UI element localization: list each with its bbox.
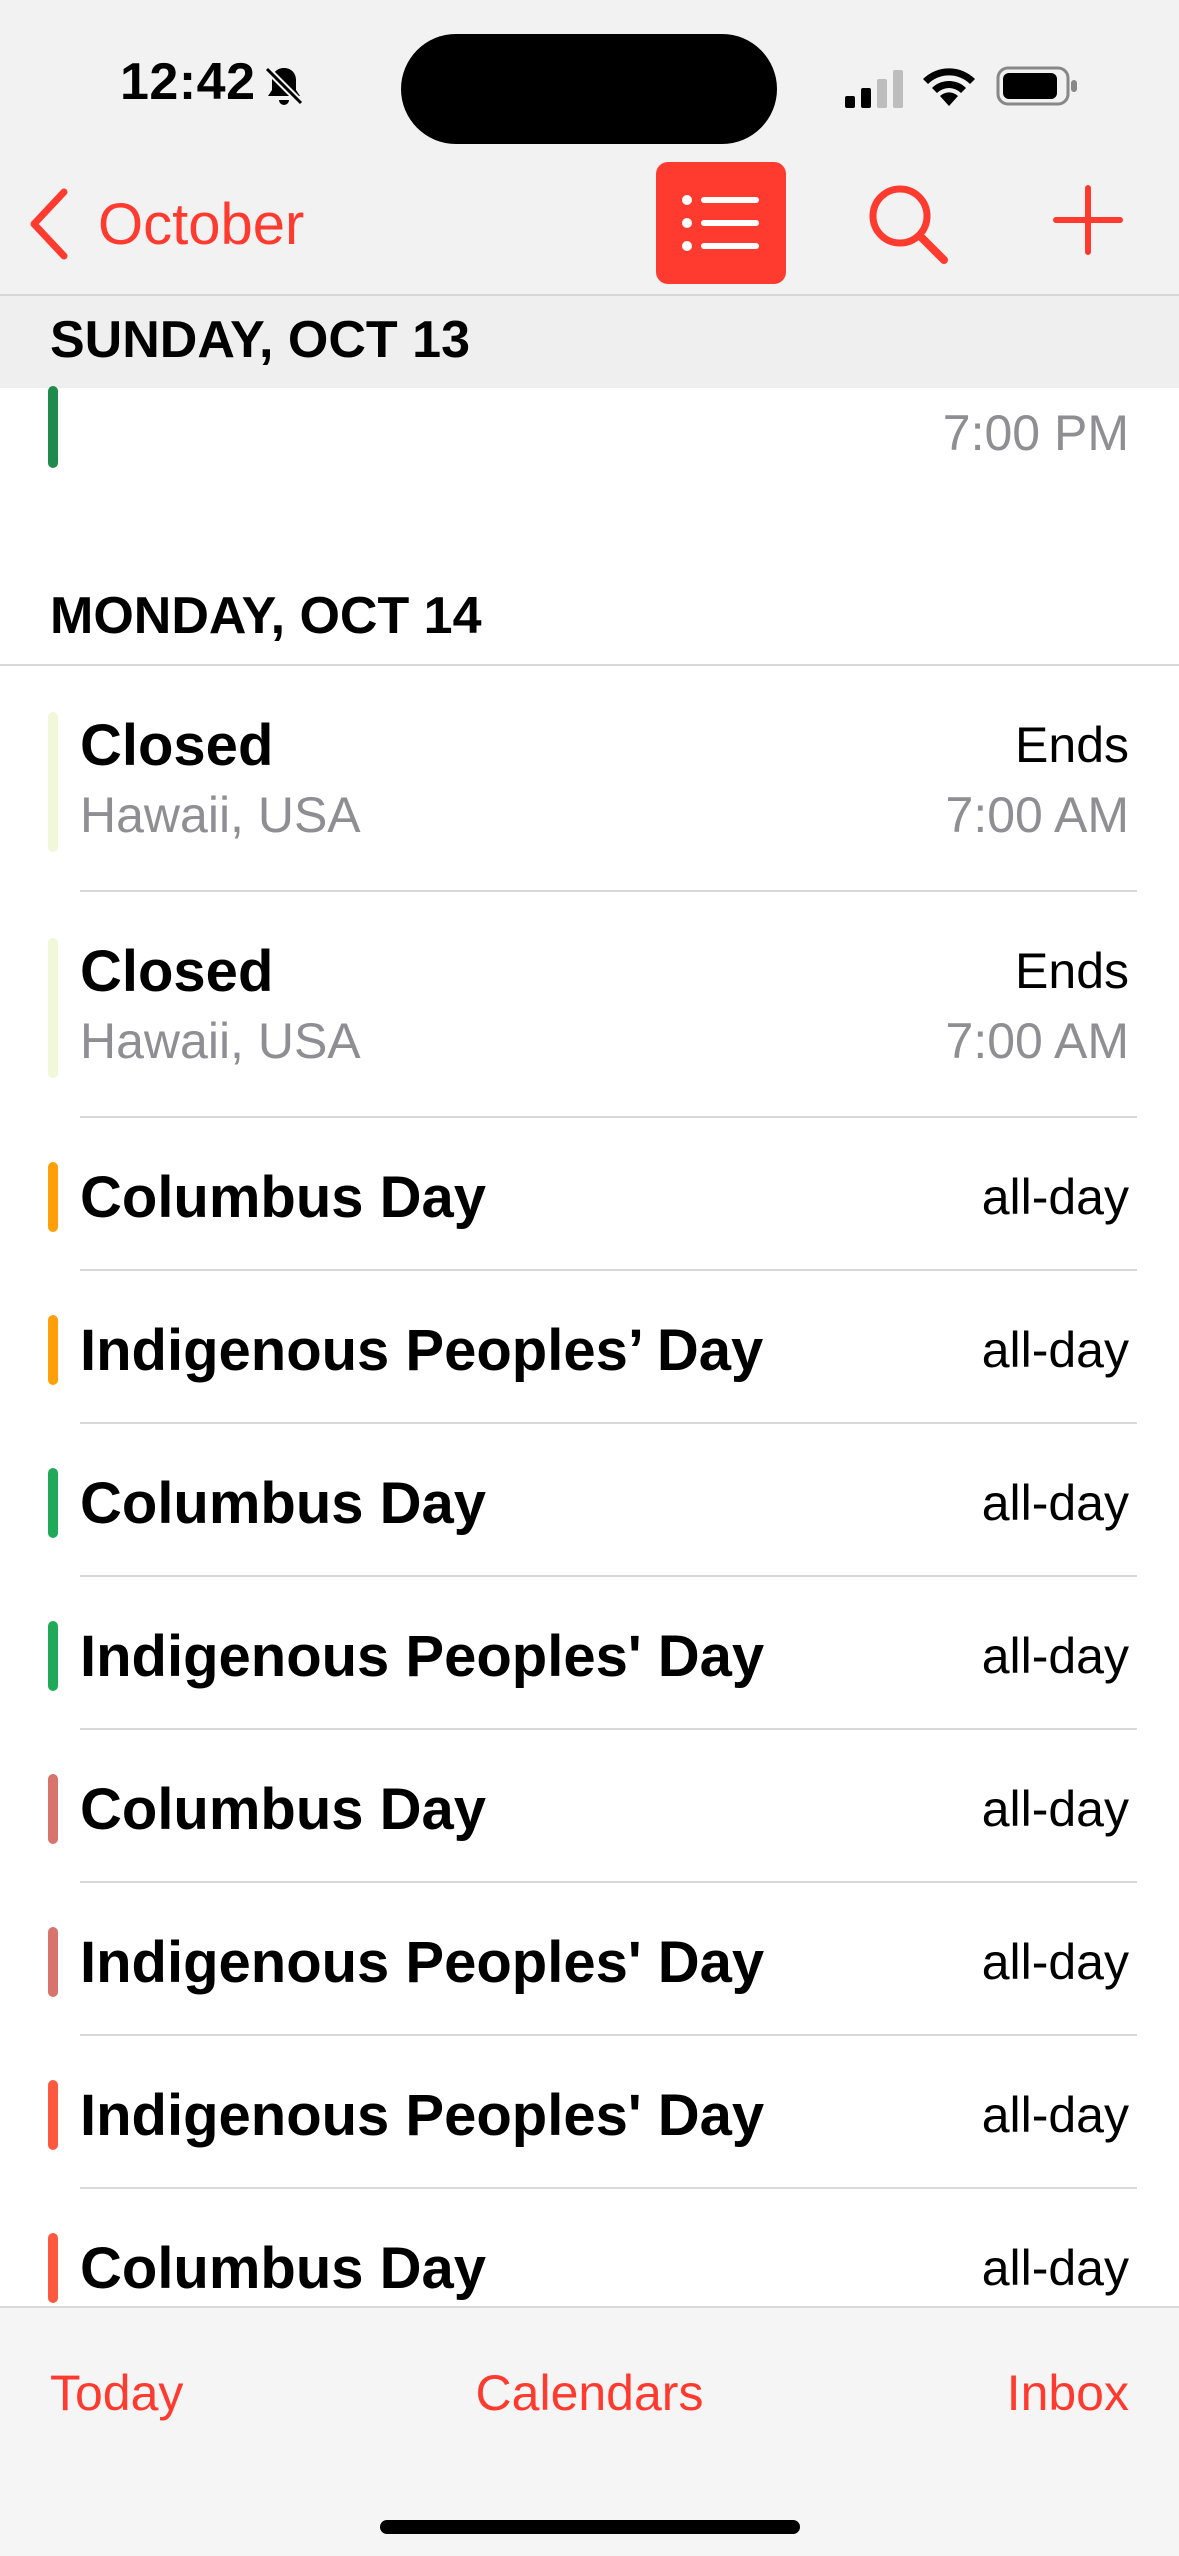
- home-indicator[interactable]: [380, 2520, 800, 2534]
- event-time: all-day: [981, 1628, 1129, 1684]
- event-location: Hawaii, USA: [80, 1013, 361, 1069]
- tab-calendars[interactable]: Calendars: [476, 2364, 704, 2422]
- calendar-color-bar: [48, 1468, 58, 1538]
- event-time: 7:00 AM: [945, 787, 1129, 843]
- calendar-color-bar: [48, 938, 58, 1078]
- list-item[interactable]: Indigenous Peoples' Day all-day: [0, 1883, 1179, 2036]
- event-time: all-day: [981, 2240, 1129, 2296]
- list-item[interactable]: Indigenous Peoples' Day all-day: [0, 1577, 1179, 1730]
- back-button[interactable]: October: [26, 184, 304, 264]
- event-time: all-day: [981, 1322, 1129, 1378]
- list-item[interactable]: Columbus Day all-day: [0, 1424, 1179, 1577]
- calendar-color-bar: [48, 1315, 58, 1385]
- list-item[interactable]: Columbus Day all-day: [0, 1730, 1179, 1883]
- event-title: Columbus Day: [80, 2236, 487, 2301]
- tab-bar: Today Calendars Inbox: [0, 2306, 1179, 2556]
- section-header-sunday: SUNDAY, OCT 13: [0, 294, 1179, 388]
- tab-inbox[interactable]: Inbox: [1007, 2364, 1129, 2422]
- list-item[interactable]: Columbus Day all-day: [0, 1118, 1179, 1271]
- event-time: all-day: [981, 2087, 1129, 2143]
- list-item[interactable]: Closed Hawaii, USA Ends 7:00 AM: [0, 892, 1179, 1118]
- wifi-icon: [923, 68, 975, 106]
- event-title: Columbus Day: [80, 1165, 487, 1230]
- back-label: October: [98, 191, 305, 257]
- list-view-icon: [682, 195, 759, 251]
- list-item[interactable]: Closed Hawaii, USA Ends 7:00 AM: [0, 666, 1179, 892]
- add-icon[interactable]: [1052, 184, 1124, 256]
- event-title: Columbus Day: [80, 1471, 487, 1536]
- navigation-bar: October: [0, 160, 1179, 294]
- section-header-monday: MONDAY, OCT 14: [0, 572, 1179, 666]
- list-item[interactable]: Indigenous Peoples’ Day all-day: [0, 1271, 1179, 1424]
- calendar-color-bar: [48, 712, 58, 852]
- calendar-list-screen: 12:42 October SUNDAY, OCT 13 7:00 PM MON…: [0, 0, 1179, 2556]
- status-time: 12:42: [120, 53, 256, 111]
- event-time-label: Ends: [1015, 717, 1129, 773]
- event-time: 7:00 AM: [945, 1013, 1129, 1069]
- tab-calendars-wrapper: Calendars: [0, 2364, 1179, 2422]
- event-time-label: Ends: [1015, 943, 1129, 999]
- calendar-color-bar: [48, 1621, 58, 1691]
- event-title: Indigenous Peoples' Day: [80, 2083, 765, 2148]
- event-time: all-day: [981, 1475, 1129, 1531]
- status-bar: 12:42: [0, 0, 1179, 160]
- calendar-color-bar: [48, 386, 58, 468]
- calendar-color-bar: [48, 2233, 58, 2303]
- section-header-label: MONDAY, OCT 14: [50, 587, 482, 645]
- calendar-color-bar: [48, 1162, 58, 1232]
- list-view-button[interactable]: [656, 162, 786, 284]
- event-title: Closed: [80, 713, 274, 778]
- event-time: all-day: [981, 1781, 1129, 1837]
- event-title: Indigenous Peoples’ Day: [80, 1318, 764, 1383]
- calendar-color-bar: [48, 2080, 58, 2150]
- list-item[interactable]: Indigenous Peoples' Day all-day: [0, 2036, 1179, 2189]
- event-time: 7:00 PM: [942, 405, 1129, 461]
- event-title: Columbus Day: [80, 1777, 487, 1842]
- list-item[interactable]: 7:00 PM: [0, 386, 1179, 486]
- event-title: Indigenous Peoples' Day: [80, 1930, 765, 1995]
- event-time: all-day: [981, 1934, 1129, 1990]
- search-icon[interactable]: [866, 182, 950, 266]
- bell-slash-icon: [263, 65, 305, 107]
- section-header-label: SUNDAY, OCT 13: [50, 311, 470, 369]
- event-title: Indigenous Peoples' Day: [80, 1624, 765, 1689]
- list-item[interactable]: Columbus Day all-day: [0, 2189, 1179, 2306]
- cellular-signal-icon: [845, 70, 903, 108]
- calendar-color-bar: [48, 1927, 58, 1997]
- event-time: all-day: [981, 1169, 1129, 1225]
- calendar-color-bar: [48, 1774, 58, 1844]
- battery-icon: [996, 66, 1077, 106]
- event-title: Closed: [80, 939, 274, 1004]
- event-location: Hawaii, USA: [80, 787, 361, 843]
- chevron-left-icon: [30, 188, 68, 260]
- dynamic-island: [401, 34, 777, 144]
